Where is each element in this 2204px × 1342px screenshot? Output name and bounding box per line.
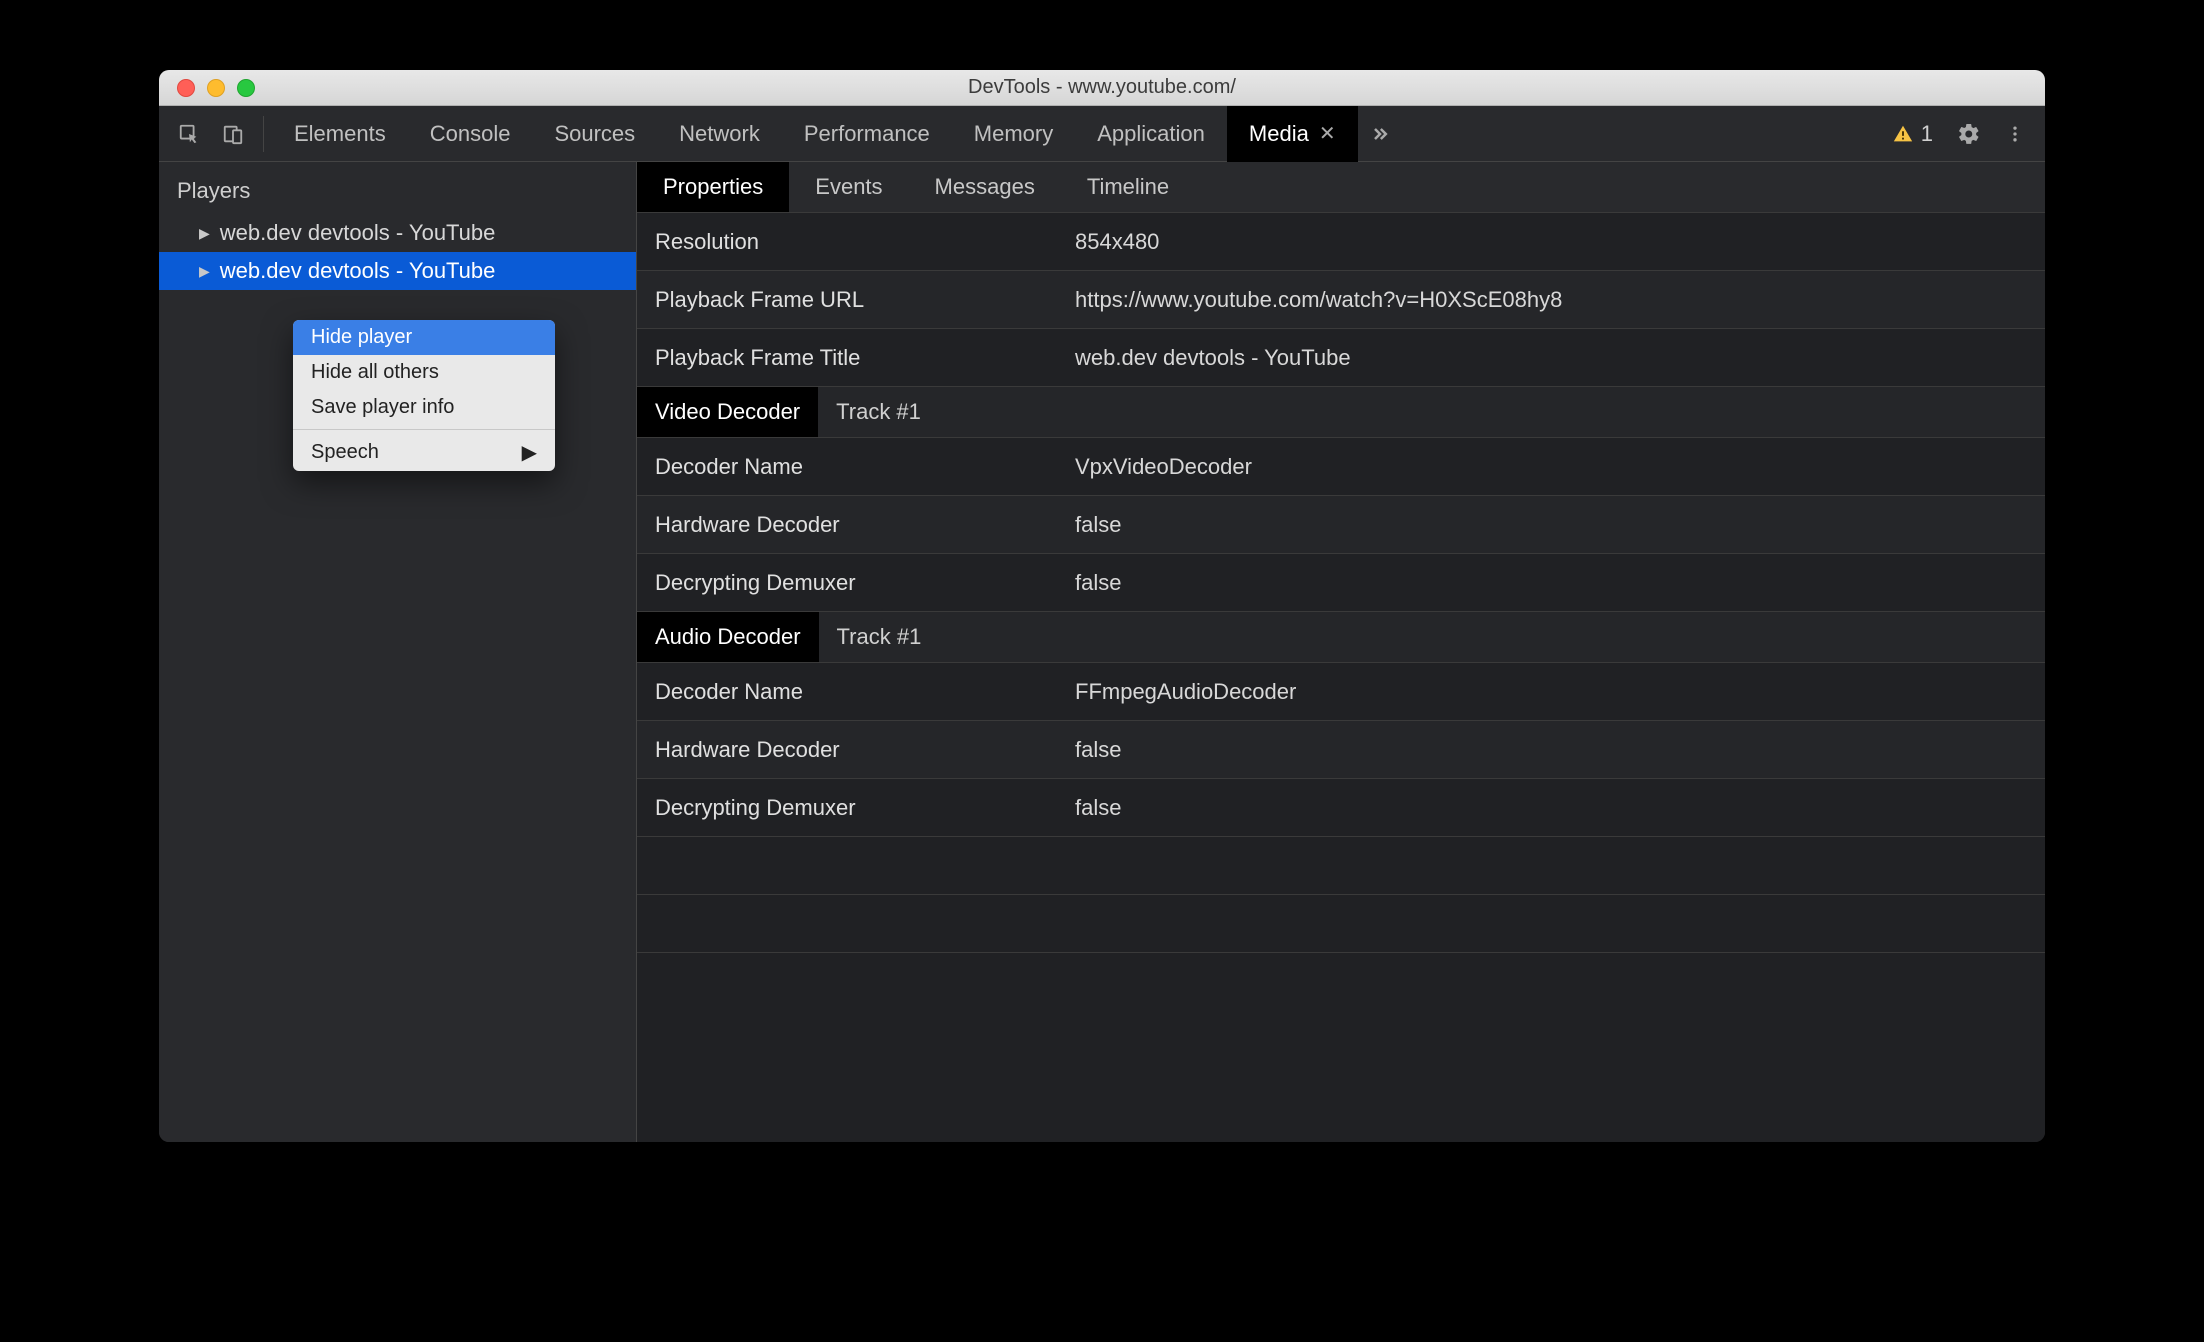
property-row: Hardware Decoder false	[637, 721, 2045, 779]
property-key: Decoder Name	[655, 679, 1075, 705]
property-value: false	[1075, 570, 1121, 596]
player-item-label: web.dev devtools - YouTube	[220, 258, 496, 284]
property-key: Decoder Name	[655, 454, 1075, 480]
tab-memory[interactable]: Memory	[952, 106, 1075, 162]
close-tab-icon[interactable]: ✕	[1319, 121, 1336, 146]
context-menu-hide-player[interactable]: Hide player	[293, 320, 555, 355]
more-tabs-icon[interactable]	[1358, 124, 1402, 144]
traffic-lights	[159, 79, 255, 97]
context-menu-save-info[interactable]: Save player info	[293, 390, 555, 425]
warning-count: 1	[1921, 121, 1933, 147]
submenu-arrow-icon: ▶	[522, 440, 537, 465]
window-titlebar: DevTools - www.youtube.com/	[159, 70, 2045, 106]
property-key: Decrypting Demuxer	[655, 570, 1075, 596]
property-row: Decoder Name FFmpegAudioDecoder	[637, 663, 2045, 721]
property-key: Decrypting Demuxer	[655, 795, 1075, 821]
player-item-selected[interactable]: ▶ web.dev devtools - YouTube	[159, 252, 636, 290]
property-value: false	[1075, 737, 1121, 763]
context-menu-label: Hide all others	[311, 361, 439, 384]
property-row: Decrypting Demuxer false	[637, 554, 2045, 612]
play-icon: ▶	[199, 225, 210, 242]
property-value: 854x480	[1075, 229, 1159, 255]
subtab-properties[interactable]: Properties	[637, 162, 789, 212]
tab-performance[interactable]: Performance	[782, 106, 952, 162]
close-window-button[interactable]	[177, 79, 195, 97]
section-track: Track #1	[819, 612, 940, 662]
section-label: Video Decoder	[637, 387, 818, 437]
play-icon: ▶	[199, 263, 210, 280]
property-key: Hardware Decoder	[655, 512, 1075, 538]
more-options-icon[interactable]	[1993, 122, 2037, 146]
context-menu-label: Speech	[311, 441, 379, 464]
tab-sources[interactable]: Sources	[532, 106, 657, 162]
player-item[interactable]: ▶ web.dev devtools - YouTube	[159, 214, 636, 252]
empty-row	[637, 837, 2045, 895]
subtab-timeline[interactable]: Timeline	[1061, 162, 1195, 212]
subtab-messages[interactable]: Messages	[909, 162, 1061, 212]
devtools-body: Players ▶ web.dev devtools - YouTube ▶ w…	[159, 162, 2045, 1142]
property-row: Resolution 854x480	[637, 213, 2045, 271]
context-menu-label: Hide player	[311, 326, 412, 349]
audio-decoder-section: Audio Decoder Track #1	[637, 612, 2045, 663]
inspect-element-icon[interactable]	[171, 116, 207, 152]
property-value: VpxVideoDecoder	[1075, 454, 1252, 480]
player-item-label: web.dev devtools - YouTube	[220, 220, 496, 246]
minimize-window-button[interactable]	[207, 79, 225, 97]
tab-application[interactable]: Application	[1075, 106, 1227, 162]
property-row: Decoder Name VpxVideoDecoder	[637, 438, 2045, 496]
toolbar-separator	[263, 116, 264, 152]
property-key: Playback Frame Title	[655, 345, 1075, 371]
context-menu-speech[interactable]: Speech ▶	[293, 434, 555, 471]
property-value: web.dev devtools - YouTube	[1075, 345, 1351, 371]
zoom-window-button[interactable]	[237, 79, 255, 97]
property-value: FFmpegAudioDecoder	[1075, 679, 1296, 705]
media-panel: Properties Events Messages Timeline Reso…	[637, 162, 2045, 1142]
devtools-toolbar: Elements Console Sources Network Perform…	[159, 106, 2045, 162]
sidebar-header: Players	[159, 162, 636, 214]
property-row: Hardware Decoder false	[637, 496, 2045, 554]
context-menu-hide-others[interactable]: Hide all others	[293, 355, 555, 390]
property-key: Playback Frame URL	[655, 287, 1075, 313]
property-row: Decrypting Demuxer false	[637, 779, 2045, 837]
warnings-indicator[interactable]: 1	[1879, 121, 1945, 147]
tab-media[interactable]: Media ✕	[1227, 106, 1358, 162]
property-value: false	[1075, 795, 1121, 821]
device-toolbar-icon[interactable]	[215, 116, 251, 152]
devtools-window: DevTools - www.youtube.com/ Elements Con…	[159, 70, 2045, 1142]
video-decoder-section: Video Decoder Track #1	[637, 387, 2045, 438]
tab-elements[interactable]: Elements	[272, 106, 408, 162]
warning-icon	[1891, 123, 1915, 145]
section-label: Audio Decoder	[637, 612, 819, 662]
window-title: DevTools - www.youtube.com/	[159, 76, 2045, 99]
settings-icon[interactable]	[1945, 122, 1993, 146]
property-value: https://www.youtube.com/watch?v=H0XScE08…	[1075, 287, 1562, 313]
property-row: Playback Frame Title web.dev devtools - …	[637, 329, 2045, 387]
property-key: Hardware Decoder	[655, 737, 1075, 763]
context-menu-separator	[293, 429, 555, 430]
context-menu: Hide player Hide all others Save player …	[293, 320, 555, 471]
property-key: Resolution	[655, 229, 1075, 255]
empty-row	[637, 895, 2045, 953]
tab-network[interactable]: Network	[657, 106, 782, 162]
tab-media-label: Media	[1249, 121, 1309, 147]
media-subtabs: Properties Events Messages Timeline	[637, 162, 2045, 213]
subtab-events[interactable]: Events	[789, 162, 908, 212]
property-row: Playback Frame URL https://www.youtube.c…	[637, 271, 2045, 329]
context-menu-label: Save player info	[311, 396, 454, 419]
property-value: false	[1075, 512, 1121, 538]
tab-console[interactable]: Console	[408, 106, 533, 162]
players-sidebar: Players ▶ web.dev devtools - YouTube ▶ w…	[159, 162, 637, 1142]
section-track: Track #1	[818, 387, 939, 437]
